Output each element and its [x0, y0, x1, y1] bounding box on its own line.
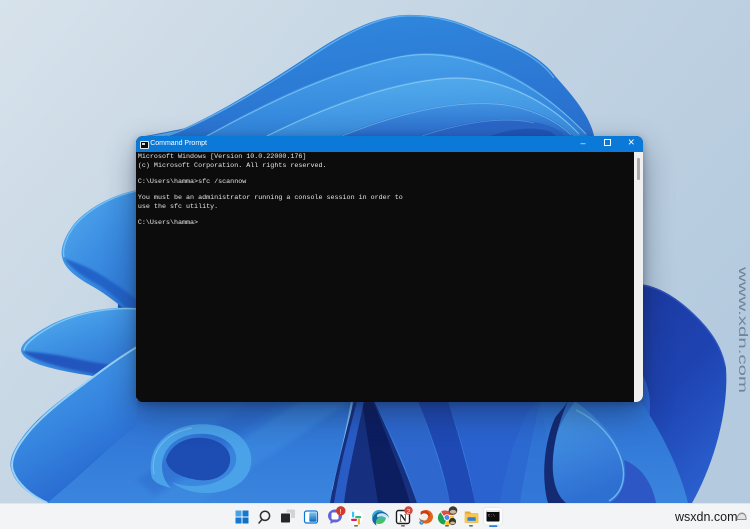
- svg-text:www.xdn.com: www.xdn.com: [736, 265, 748, 393]
- svg-text:!: !: [340, 509, 342, 516]
- svg-text:C:\: C:\: [488, 514, 496, 519]
- svg-text:2: 2: [407, 508, 411, 515]
